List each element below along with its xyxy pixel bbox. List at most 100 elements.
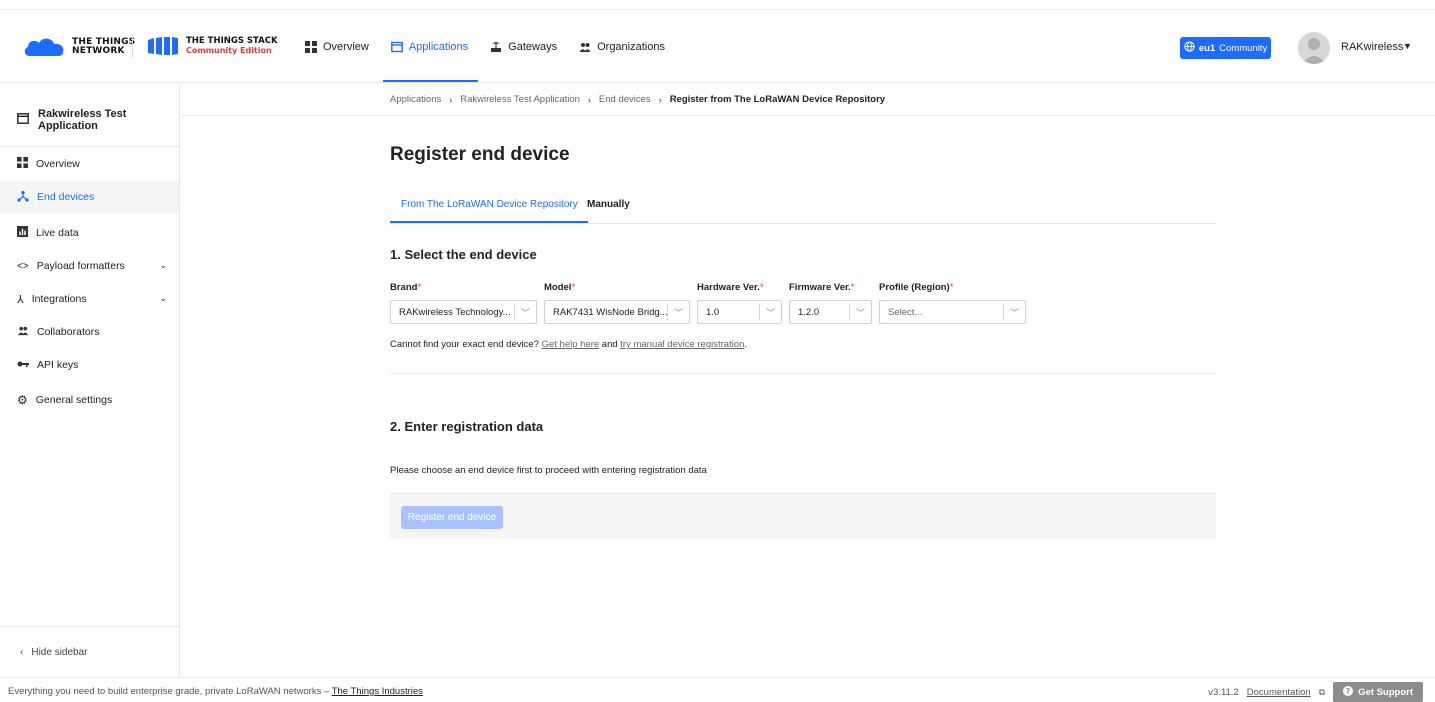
manual-registration-link[interactable]: try manual device registration: [620, 339, 744, 350]
chevron-left-icon: ‹: [20, 646, 24, 658]
brand-label-text: Brand: [390, 282, 418, 293]
nav-overview[interactable]: Overview: [305, 40, 369, 54]
footer-right: v3.11.2 Documentation ⧉ ? Get Support: [1208, 682, 1423, 702]
tts-logo-text: THE THINGS STACK Community Edition: [186, 35, 278, 56]
tts-logo[interactable]: THE THINGS STACK Community Edition: [146, 36, 278, 56]
nav-applications-label: Applications: [408, 41, 469, 53]
organizations-icon: [579, 41, 591, 53]
chevron-right-icon: ›: [587, 94, 591, 105]
chevron-right-icon: ›: [658, 94, 662, 105]
sidebar-item-label: End devices: [37, 191, 95, 203]
company-link[interactable]: The Things Industries: [332, 686, 423, 697]
sidebar-item-general-settings[interactable]: ⚙ General settings: [0, 384, 179, 416]
sidebar-item-end-devices[interactable]: End devices: [0, 181, 179, 213]
profile-select-placeholder: Select...: [888, 306, 923, 318]
sidebar-item-live-data[interactable]: Live data: [0, 217, 179, 249]
get-support-button[interactable]: ? Get Support: [1333, 682, 1423, 702]
model-select-value: RAK7431 WisNode Bridg...: [553, 306, 668, 318]
ttn-logo[interactable]: THE THINGS NETWORK: [22, 36, 135, 58]
profile-select[interactable]: Select... ﹀: [879, 300, 1026, 324]
caret-down-icon[interactable]: ▼: [1403, 41, 1412, 51]
avatar[interactable]: [1298, 32, 1330, 64]
register-end-device-button[interactable]: Register end device: [401, 506, 503, 529]
tts-mark-icon: [146, 36, 180, 56]
footer-tagline: Everything you need to build enterprise …: [8, 686, 423, 697]
key-icon: [17, 359, 29, 371]
sidebar-item-api-keys[interactable]: API keys: [0, 349, 179, 381]
nav-organizations[interactable]: Organizations: [579, 40, 665, 54]
sidebar: Rakwireless Test Application Overview En…: [0, 84, 180, 677]
cluster-selector-button[interactable]: eu1 Community: [1180, 37, 1271, 59]
sidebar-item-overview[interactable]: Overview: [0, 148, 179, 180]
sidebar-item-label: Integrations: [31, 293, 87, 305]
firmware-select[interactable]: 1.2.0 ﹀: [789, 300, 872, 324]
chevron-down-icon: ﹀: [1003, 304, 1025, 320]
get-help-link[interactable]: Get help here: [542, 339, 600, 350]
brand-select[interactable]: RAKwireless Technology... ﹀: [390, 300, 537, 324]
gateway-icon: [490, 41, 502, 53]
breadcrumb-applications[interactable]: Applications: [390, 94, 441, 105]
external-link-icon: ⧉: [1318, 686, 1326, 697]
model-label: Model*: [544, 282, 575, 293]
logo-divider: [132, 34, 133, 58]
chevron-down-icon: ﹀: [759, 304, 781, 320]
hide-sidebar-label: Hide sidebar: [31, 646, 88, 658]
ttn-logo-text: THE THINGS NETWORK: [72, 38, 135, 56]
integrations-icon: ⅄: [17, 293, 24, 306]
collaborators-icon: [17, 325, 29, 339]
sidebar-item-payload-formatters[interactable]: <> Payload formatters ⌄: [0, 250, 179, 282]
nav-gateways[interactable]: Gateways: [490, 40, 557, 54]
firmware-select-value: 1.2.0: [798, 306, 820, 318]
svg-text:?: ?: [1346, 687, 1351, 696]
sidebar-app-title: Rakwireless Test Application: [17, 108, 179, 132]
sidebar-item-label: API keys: [37, 359, 79, 371]
required-marker: *: [571, 282, 576, 293]
chevron-down-icon: ⌄: [159, 293, 167, 303]
tab-manually[interactable]: Manually: [587, 199, 630, 210]
help-suffix: .: [744, 339, 748, 350]
required-marker: *: [850, 282, 855, 293]
tab-device-repository[interactable]: From The LoRaWAN Device Repository: [390, 199, 588, 223]
sidebar-item-label: Payload formatters: [36, 260, 125, 272]
chevron-down-icon: ⌄: [159, 260, 167, 270]
application-icon: [390, 41, 403, 53]
cloud-logo-icon: [22, 36, 66, 58]
documentation-link[interactable]: Documentation: [1247, 687, 1311, 698]
top-header: THE THINGS NETWORK THE THINGS STACK Comm…: [0, 0, 1435, 83]
chart-icon: [17, 226, 28, 240]
code-icon: <>: [17, 260, 29, 272]
grid-icon: [17, 157, 28, 171]
breadcrumb-application[interactable]: Rakwireless Test Application: [460, 94, 580, 105]
grid-icon: [305, 41, 317, 53]
hardware-label: Hardware Ver.*: [697, 282, 764, 293]
get-support-label: Get Support: [1358, 686, 1413, 698]
breadcrumb-end-devices[interactable]: End devices: [599, 94, 651, 105]
breadcrumb-current: Register from The LoRaWAN Device Reposit…: [669, 94, 886, 105]
hide-sidebar-button[interactable]: ‹ Hide sidebar: [0, 626, 179, 677]
footer: Everything you need to build enterprise …: [0, 677, 1435, 702]
required-marker: *: [759, 282, 764, 293]
user-name[interactable]: RAKwireless: [1341, 41, 1403, 53]
gear-icon: ⚙: [17, 393, 28, 407]
chevron-down-icon: ﹀: [667, 304, 689, 320]
cluster-region: eu1: [1198, 42, 1216, 54]
nav-gateways-label: Gateways: [508, 41, 558, 53]
submit-bar: Register end device: [390, 493, 1216, 539]
section-divider: [390, 373, 1216, 374]
sidebar-item-collaborators[interactable]: Collaborators: [0, 316, 179, 348]
sidebar-item-label: Collaborators: [37, 326, 100, 338]
registration-data-info: Please choose an end device first to pro…: [390, 465, 707, 476]
top-border: [0, 0, 1435, 10]
main-nav: Overview Applications Gateways Organizat…: [305, 40, 665, 82]
sidebar-item-label: Overview: [36, 158, 80, 170]
hardware-select[interactable]: 1.0 ﹀: [697, 300, 782, 324]
model-select[interactable]: RAK7431 WisNode Bridg... ﹀: [544, 300, 690, 324]
sidebar-item-integrations[interactable]: ⅄ Integrations ⌄: [0, 283, 179, 315]
model-label-text: Model: [544, 282, 572, 293]
nav-applications[interactable]: Applications: [382, 40, 479, 82]
firmware-label-text: Firmware Ver.: [789, 282, 851, 293]
sidebar-item-label: General settings: [35, 394, 113, 406]
sidebar-item-label: Live data: [36, 227, 79, 239]
required-marker: *: [417, 282, 422, 293]
tts-logo-line1: THE THINGS STACK: [186, 35, 278, 46]
